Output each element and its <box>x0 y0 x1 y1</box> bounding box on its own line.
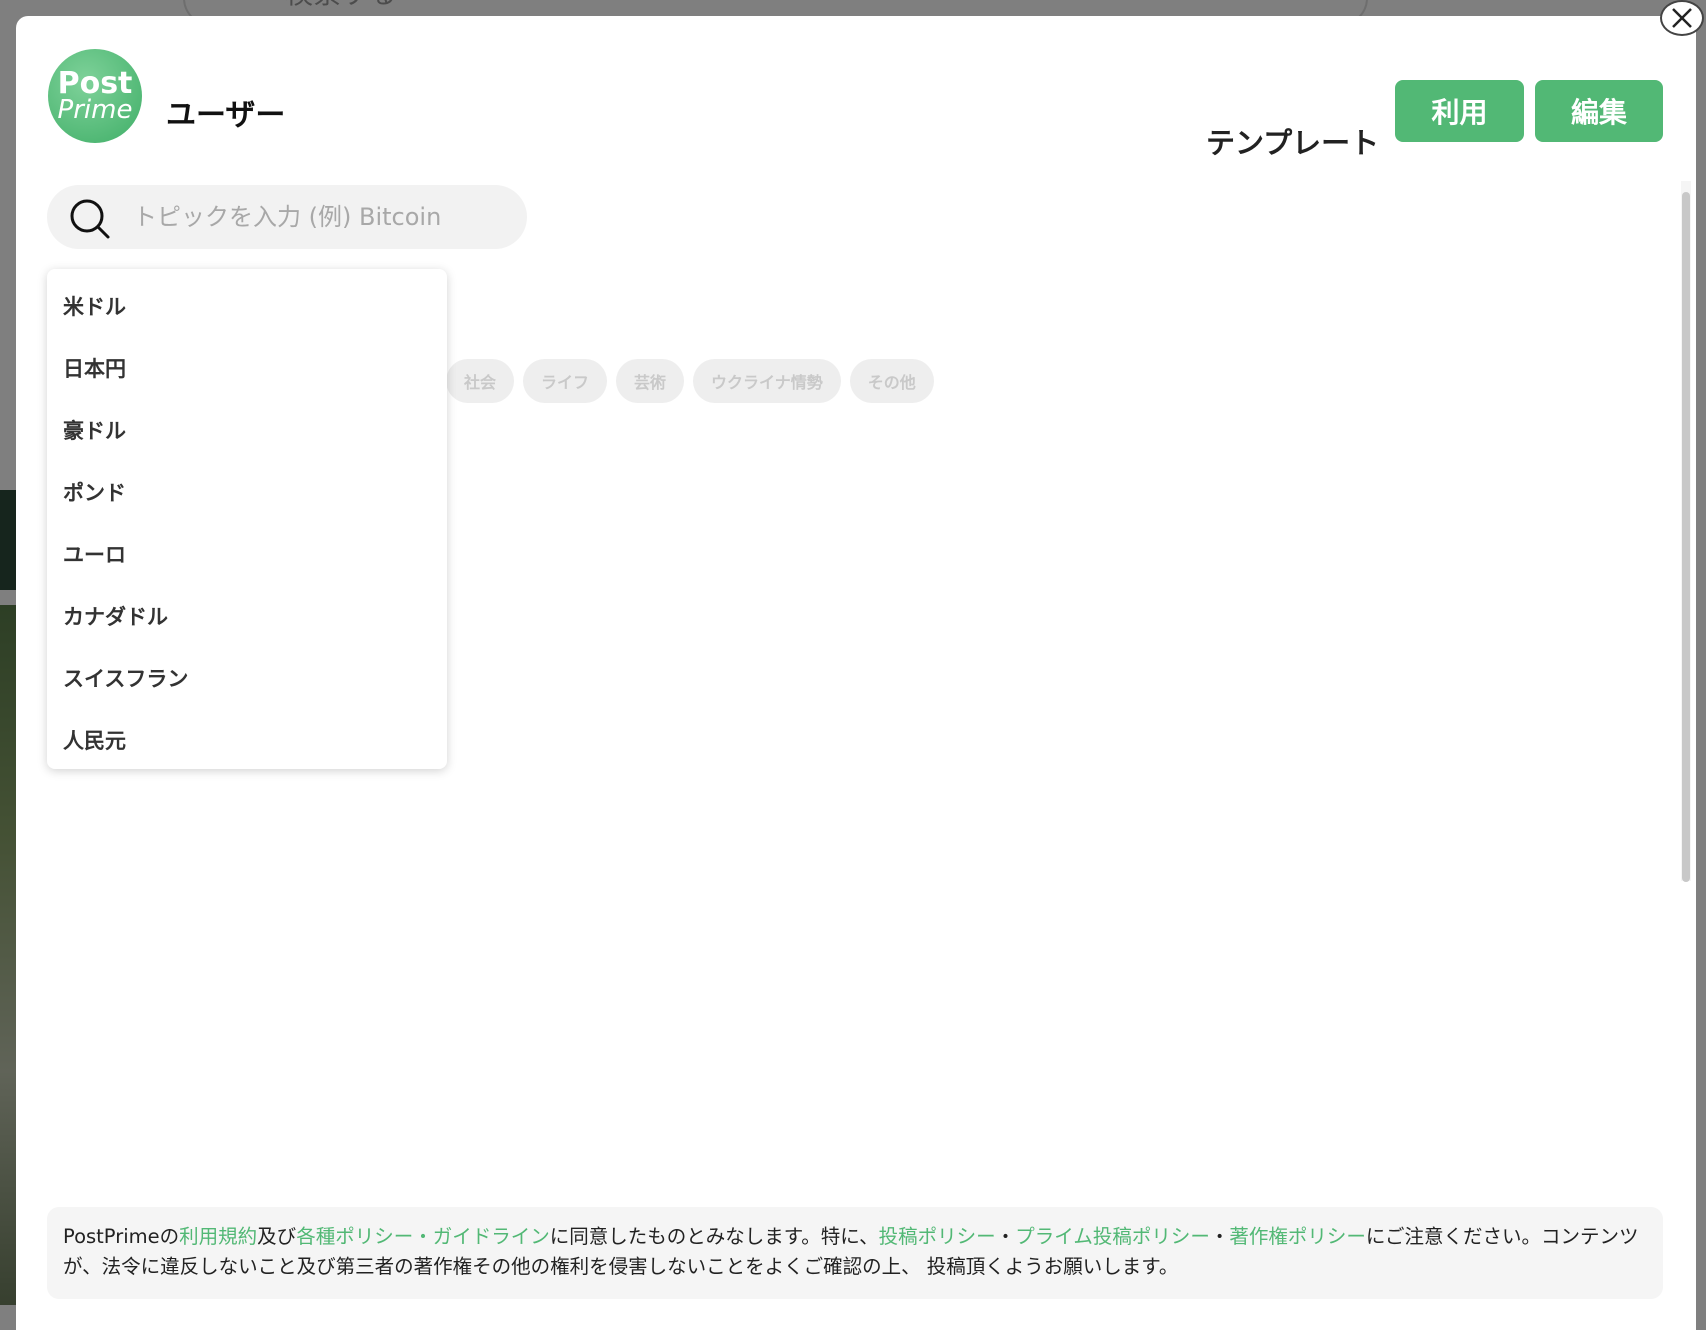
copyright-policy-link[interactable]: 著作権ポリシー <box>1229 1225 1366 1248</box>
terms-notice: PostPrimeの利用規約及び各種ポリシー・ガイドラインに同意したものとみなし… <box>47 1207 1663 1299</box>
tag-life[interactable]: ライフ <box>523 359 608 403</box>
topic-search-input[interactable] <box>133 185 513 249</box>
close-icon <box>1672 8 1692 28</box>
topic-tags: 社会 ライフ 芸術 ウクライナ情勢 その他 <box>446 359 934 403</box>
tag-art[interactable]: 芸術 <box>616 359 685 403</box>
notice-text: PostPrimeの <box>63 1225 180 1248</box>
close-button[interactable] <box>1660 0 1704 36</box>
search-icon <box>70 199 110 239</box>
notice-text: 及び <box>257 1225 297 1248</box>
post-modal: Post Prime ユーザー テンプレート 利用 編集 社会 ライフ 芸術 ウ… <box>16 16 1696 1330</box>
notice-text: ・ <box>995 1225 1016 1248</box>
policies-guidelines-link[interactable]: 各種ポリシー・ガイドライン <box>296 1225 550 1248</box>
user-name: ユーザー <box>166 98 286 133</box>
dropdown-item-usd[interactable]: 米ドル <box>47 275 447 337</box>
posting-policy-link[interactable]: 投稿ポリシー <box>879 1225 996 1248</box>
terms-of-use-link[interactable]: 利用規約 <box>179 1225 257 1248</box>
dropdown-item-eur[interactable]: ユーロ <box>47 523 447 585</box>
tag-ukraine[interactable]: ウクライナ情勢 <box>693 359 841 403</box>
dropdown-item-gbp[interactable]: ポンド <box>47 461 447 523</box>
topic-search-box[interactable] <box>47 185 527 249</box>
currency-dropdown: 米ドル 日本円 豪ドル ポンド ユーロ カナダドル スイスフラン 人民元 <box>47 269 447 769</box>
tag-other[interactable]: その他 <box>849 359 934 403</box>
notice-text: ・ <box>1209 1225 1230 1248</box>
notice-text: に同意したものとみなします。特に、 <box>549 1225 879 1248</box>
dropdown-item-jpy[interactable]: 日本円 <box>47 337 447 399</box>
dropdown-item-aud[interactable]: 豪ドル <box>47 399 447 461</box>
template-label: テンプレート <box>1206 126 1380 160</box>
logo-text-prime: Prime <box>57 95 133 125</box>
edit-template-button[interactable]: 編集 <box>1535 80 1663 142</box>
scrollbar-thumb[interactable] <box>1682 192 1690 882</box>
postprime-logo: Post Prime <box>48 49 142 143</box>
dropdown-item-cny[interactable]: 人民元 <box>47 709 447 771</box>
dropdown-item-chf[interactable]: スイスフラン <box>47 647 447 709</box>
use-template-button[interactable]: 利用 <box>1395 80 1524 142</box>
dropdown-item-cad[interactable]: カナダドル <box>47 585 447 647</box>
prime-posting-policy-link[interactable]: プライム投稿ポリシー <box>1015 1225 1210 1248</box>
tag-society[interactable]: 社会 <box>446 359 515 403</box>
